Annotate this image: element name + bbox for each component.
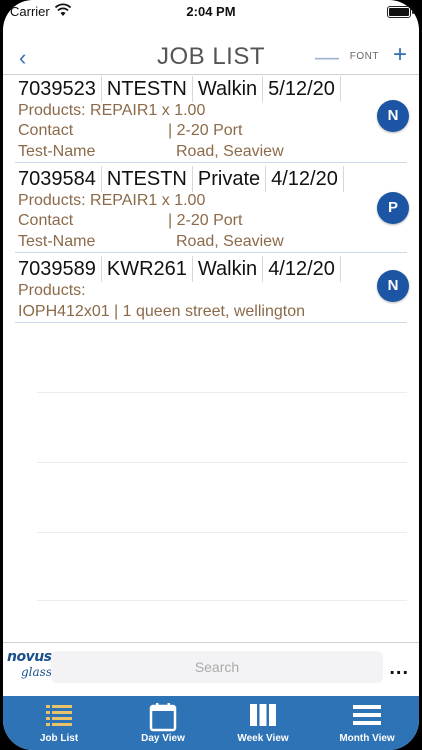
contact-label: Contact bbox=[18, 212, 74, 229]
empty-row-divider bbox=[37, 600, 407, 601]
job-contact-line: Contact | 2-20 Port bbox=[18, 122, 359, 140]
job-row[interactable]: 7039589 KWR261 Walkin 4/12/20 Products: … bbox=[3, 256, 419, 322]
address-line-2: Road, Seaview bbox=[176, 143, 284, 160]
font-decrease-button[interactable]: — bbox=[315, 44, 339, 72]
day-calendar-icon bbox=[149, 703, 177, 732]
job-row[interactable]: 7039584 NTESTN Private 4/12/20 Products:… bbox=[3, 166, 419, 252]
logo-subtext: glass bbox=[21, 665, 52, 679]
job-code: NTESTN bbox=[102, 166, 193, 192]
job-code: KWR261 bbox=[102, 256, 193, 282]
tab-job-list[interactable]: Job List bbox=[7, 696, 111, 750]
tab-bar: Job List Day View Week View Month View bbox=[3, 696, 419, 750]
job-date: 5/12/20 bbox=[263, 76, 341, 102]
job-status-badge[interactable]: N bbox=[377, 270, 409, 302]
job-contact-line: Contact | 2-20 Port bbox=[18, 212, 359, 230]
job-name-line: Test-Name Road, Seaview bbox=[18, 233, 359, 251]
job-status-badge[interactable]: N bbox=[377, 100, 409, 132]
job-type: Walkin bbox=[193, 76, 264, 102]
job-type: Walkin bbox=[193, 256, 264, 282]
job-row[interactable]: 7039523 NTESTN Walkin 5/12/20 Products: … bbox=[3, 76, 419, 162]
search-input[interactable] bbox=[51, 651, 383, 683]
app-screen: Carrier 2:04 PM ‹ JOB LIST — FONT + 7039… bbox=[3, 0, 419, 750]
tab-label: Job List bbox=[39, 733, 79, 744]
tab-label: Day View bbox=[141, 733, 185, 744]
tab-day-view[interactable]: Day View bbox=[111, 696, 215, 750]
address-line-2: Road, Seaview bbox=[176, 233, 284, 250]
job-products: Products: REPAIR1 x 1.00 bbox=[18, 102, 206, 119]
row-divider bbox=[15, 162, 407, 163]
list-icon bbox=[46, 705, 72, 726]
job-products: Products: bbox=[18, 282, 86, 299]
address-line-1: | 2-20 Port bbox=[168, 212, 243, 229]
contact-name: Test-Name bbox=[18, 233, 96, 250]
job-products: Products: REPAIR1 x 1.00 bbox=[18, 192, 206, 209]
brand-logo: novus glass bbox=[7, 649, 52, 687]
header-divider bbox=[3, 74, 419, 75]
battery-icon bbox=[387, 6, 414, 18]
empty-row-divider bbox=[37, 392, 407, 393]
job-date: 4/12/20 bbox=[263, 256, 341, 282]
job-header: 7039523 NTESTN Walkin 5/12/20 bbox=[3, 76, 341, 102]
job-date: 4/12/20 bbox=[266, 166, 344, 192]
job-header: 7039584 NTESTN Private 4/12/20 bbox=[3, 166, 344, 192]
month-rows-icon bbox=[353, 705, 381, 725]
tab-label: Week View bbox=[237, 733, 289, 744]
job-type: Private bbox=[193, 166, 267, 192]
address-line-1: | 2-20 Port bbox=[168, 122, 243, 139]
row-divider bbox=[15, 252, 407, 253]
empty-row-divider bbox=[37, 532, 407, 533]
empty-row-divider bbox=[37, 462, 407, 463]
job-detail: IOPH412x01 | 1 queen street, wellington bbox=[18, 303, 305, 320]
font-increase-button[interactable]: + bbox=[393, 41, 407, 69]
font-label: FONT bbox=[349, 51, 379, 62]
job-header: 7039589 KWR261 Walkin 4/12/20 bbox=[3, 256, 341, 282]
job-number: 7039589 bbox=[3, 256, 102, 282]
job-code: NTESTN bbox=[102, 76, 193, 102]
row-divider bbox=[15, 322, 407, 323]
job-number: 7039584 bbox=[3, 166, 102, 192]
contact-name: Test-Name bbox=[18, 143, 96, 160]
tab-month-view[interactable]: Month View bbox=[315, 696, 419, 750]
tab-label: Month View bbox=[339, 733, 395, 744]
job-name-line: Test-Name Road, Seaview bbox=[18, 143, 359, 161]
more-button[interactable]: ... bbox=[389, 657, 409, 680]
logo-text: novus bbox=[7, 649, 52, 665]
week-columns-icon bbox=[250, 704, 276, 726]
job-status-badge[interactable]: P bbox=[377, 192, 409, 224]
search-bar: novus glass ... bbox=[3, 642, 419, 696]
clock: 2:04 PM bbox=[186, 4, 236, 19]
tab-week-view[interactable]: Week View bbox=[211, 696, 315, 750]
contact-label: Contact bbox=[18, 122, 74, 139]
status-bar: Carrier 2:04 PM bbox=[3, 0, 419, 26]
header: ‹ JOB LIST — FONT + bbox=[3, 40, 419, 74]
job-number: 7039523 bbox=[3, 76, 102, 102]
